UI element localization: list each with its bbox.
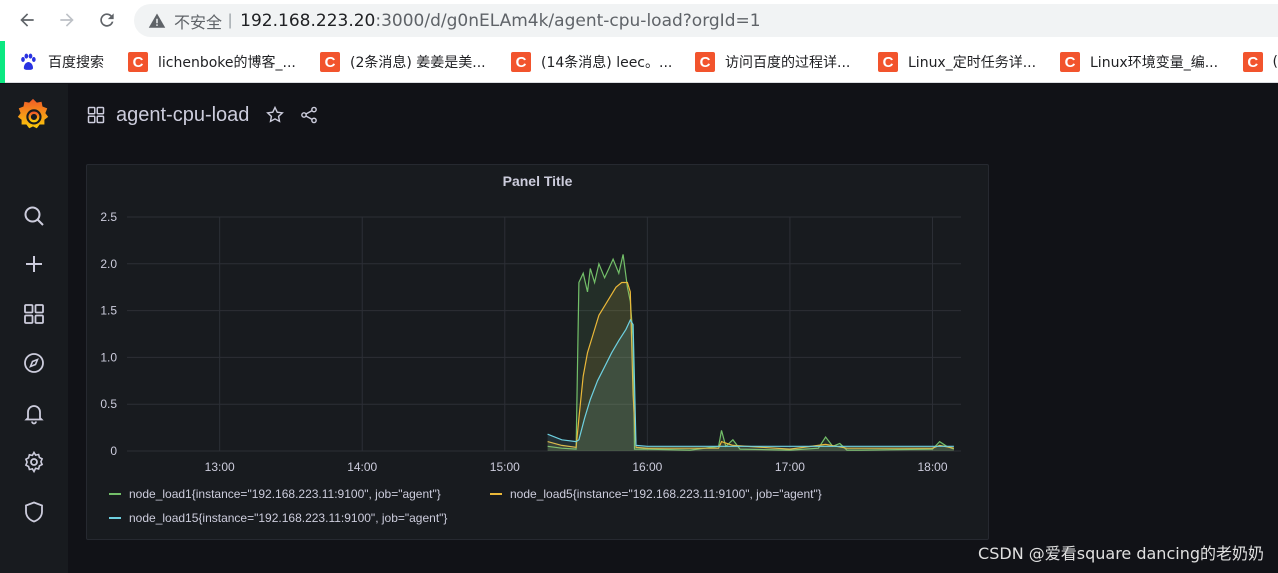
browser-toolbar: 不安全 | 192.168.223.20:3000/d/g0nELAm4k/ag… bbox=[0, 0, 1278, 41]
bookmark-item[interactable]: C (14条消息) leec。... bbox=[511, 50, 691, 74]
bookmark-item[interactable]: C Linux_定时任务详... bbox=[878, 50, 1058, 74]
x-tick-label: 18:00 bbox=[917, 460, 947, 474]
x-tick-label: 17:00 bbox=[775, 460, 805, 474]
dashboard-header: agent-cpu-load bbox=[86, 102, 333, 128]
y-tick-label: 0.5 bbox=[100, 397, 117, 411]
address-bar[interactable]: 不安全 | 192.168.223.20:3000/d/g0nELAm4k/ag… bbox=[134, 4, 1278, 37]
x-tick-label: 16:00 bbox=[632, 460, 662, 474]
bookmark-label: Linux环境变量_编... bbox=[1090, 55, 1219, 71]
bookmarks-bar: 百度搜索 C lichenboke的博客_... C (2条消息) 姜姜是美..… bbox=[0, 41, 1278, 83]
csdn-icon: C bbox=[511, 52, 531, 72]
y-tick-label: 2.0 bbox=[100, 257, 117, 271]
gear-icon bbox=[24, 450, 44, 474]
bookmark-label: 访问百度的过程详... bbox=[725, 55, 851, 71]
bookmark-item[interactable]: C lichenboke的博客_... bbox=[128, 50, 308, 74]
legend-item-load5[interactable]: node_load5{instance="192.168.223.11:9100… bbox=[490, 487, 822, 501]
legend-label: node_load1{instance="192.168.223.11:9100… bbox=[129, 487, 441, 501]
search-icon bbox=[24, 206, 44, 226]
warning-triangle-icon bbox=[148, 13, 166, 28]
csdn-icon: C bbox=[1060, 52, 1080, 72]
star-icon[interactable] bbox=[265, 105, 285, 125]
y-tick-label: 1.5 bbox=[100, 304, 117, 318]
search-button[interactable] bbox=[20, 202, 48, 230]
legend-item-load15[interactable]: node_load15{instance="192.168.223.11:910… bbox=[109, 511, 447, 525]
bookmarks-accent bbox=[0, 41, 5, 83]
legend-item-load1[interactable]: node_load1{instance="192.168.223.11:9100… bbox=[109, 487, 441, 501]
dashboard-title[interactable]: agent-cpu-load bbox=[116, 104, 249, 127]
legend-swatch bbox=[109, 517, 121, 519]
bell-icon bbox=[24, 405, 44, 425]
arrow-left-icon bbox=[20, 13, 34, 27]
dashboards-button[interactable] bbox=[20, 300, 48, 328]
graph-panel[interactable]: Panel Title 0 0.5 1.0 1.5 2.0 2.5 13:00 14:00 15… bbox=[86, 164, 989, 540]
x-tick-label: 14:00 bbox=[347, 460, 377, 474]
side-menu bbox=[0, 84, 68, 573]
share-icon[interactable] bbox=[299, 105, 319, 125]
grafana-logo-icon[interactable] bbox=[14, 96, 52, 134]
bookmark-label: lichenboke的博客_... bbox=[158, 55, 296, 71]
bookmark-item[interactable]: C Linux环境变量_编... bbox=[1060, 50, 1235, 74]
back-button[interactable] bbox=[14, 7, 40, 33]
forward-button[interactable] bbox=[54, 7, 80, 33]
x-tick-label: 13:00 bbox=[205, 460, 235, 474]
compass-icon bbox=[24, 353, 44, 373]
plus-icon bbox=[26, 256, 42, 272]
csdn-icon: C bbox=[320, 52, 340, 72]
dashboard-grid-icon bbox=[87, 106, 105, 124]
bookmark-item[interactable]: C 访问百度的过程详... bbox=[695, 50, 875, 74]
baidu-paw-icon bbox=[21, 53, 36, 70]
alerting-button[interactable] bbox=[20, 399, 48, 427]
x-tick-label: 15:00 bbox=[490, 460, 520, 474]
y-tick-label: 0 bbox=[110, 444, 117, 458]
legend-label: node_load5{instance="192.168.223.11:9100… bbox=[510, 487, 822, 501]
security-label[interactable]: 不安全 bbox=[174, 9, 222, 33]
dashboard-main: agent-cpu-load Panel Title 0 0.5 1.0 1.5 2.0… bbox=[68, 84, 1278, 573]
create-button[interactable] bbox=[20, 250, 48, 278]
csdn-icon: C bbox=[1243, 52, 1263, 72]
configuration-button[interactable] bbox=[20, 448, 48, 476]
legend-swatch bbox=[109, 493, 121, 495]
reload-button[interactable] bbox=[94, 7, 120, 33]
legend-label: node_load15{instance="192.168.223.11:910… bbox=[129, 511, 448, 525]
bookmark-label: Linux_定时任务详... bbox=[908, 55, 1037, 71]
bookmark-label: 百度搜索 bbox=[48, 55, 104, 71]
bookmark-item[interactable]: C ( bbox=[1243, 50, 1278, 74]
dashboard-grid-icon bbox=[24, 304, 44, 324]
y-tick-label: 1.0 bbox=[100, 350, 117, 364]
bookmark-label: (14条消息) leec。... bbox=[541, 55, 673, 71]
bookmark-label: (2条消息) 姜姜是美... bbox=[350, 55, 486, 71]
reload-icon bbox=[100, 13, 114, 27]
csdn-icon: C bbox=[695, 52, 715, 72]
csdn-watermark: CSDN @爱看square dancing的老奶奶 bbox=[978, 544, 1264, 563]
bookmark-item[interactable]: 百度搜索 bbox=[18, 50, 104, 74]
bookmark-label: ( bbox=[1272, 54, 1278, 70]
legend-swatch bbox=[490, 493, 502, 495]
server-admin-button[interactable] bbox=[20, 498, 48, 526]
time-series-chart[interactable]: 0 0.5 1.0 1.5 2.0 2.5 13:00 14:00 15:00 16:00 17:0… bbox=[87, 165, 990, 483]
url-path: :3000/d/g0nELAm4k/agent-cpu-load?orgId=1 bbox=[375, 10, 761, 31]
url-host: 192.168.223.20 bbox=[240, 10, 376, 31]
arrow-right-icon bbox=[60, 13, 74, 27]
y-tick-label: 2.5 bbox=[100, 210, 117, 224]
explore-button[interactable] bbox=[20, 349, 48, 377]
csdn-icon: C bbox=[128, 52, 148, 72]
csdn-icon: C bbox=[878, 52, 898, 72]
url-separator: | bbox=[228, 11, 233, 29]
bookmark-item[interactable]: C (2条消息) 姜姜是美... bbox=[320, 50, 500, 74]
shield-icon bbox=[25, 501, 43, 523]
